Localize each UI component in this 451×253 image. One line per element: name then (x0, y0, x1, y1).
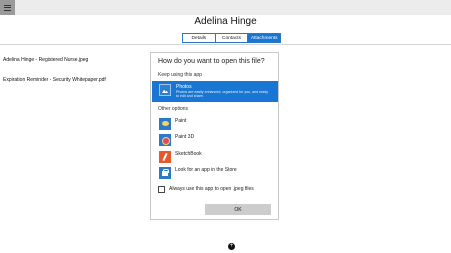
tab-contacts[interactable]: Contacts (215, 34, 249, 42)
attachment-item[interactable]: Expiration Reminder - Security Whitepape… (3, 77, 106, 83)
top-bar (0, 0, 451, 15)
app-name: SketchBook (175, 151, 202, 157)
app-option-paint[interactable]: Paint (151, 117, 278, 133)
menu-line (4, 9, 11, 11)
always-use-label: Always use this app to open .jpeg files (169, 186, 254, 192)
dialog-title: How do you want to open this file? (158, 58, 265, 65)
paint-icon (159, 118, 171, 130)
app-name: Paint 3D (175, 134, 195, 140)
paint-3d-icon (159, 134, 171, 146)
attachment-item[interactable]: Adelina Hinge - Registered Nurse.jpeg (3, 57, 88, 63)
always-use-checkbox[interactable] (158, 186, 165, 193)
ok-button[interactable]: OK (205, 204, 271, 215)
keep-using-label: Keep using this app (158, 72, 202, 78)
store-icon (159, 167, 171, 179)
hamburger-menu-button[interactable] (0, 0, 15, 15)
page-title: Adelina Hinge (194, 16, 257, 27)
tab-bar: Details Contacts Attachments (182, 33, 281, 43)
tab-details[interactable]: Details (183, 34, 216, 42)
app-option-paint-3d[interactable]: Paint 3D (151, 133, 278, 149)
tab-attachments[interactable]: Attachments (248, 34, 281, 42)
app-name: Paint (175, 118, 187, 124)
app-name: Look for an app in the Store (175, 167, 237, 173)
app-option-photos[interactable]: Photos Photos are easily enhanced, organ… (152, 81, 278, 102)
photos-icon (159, 84, 171, 96)
sketchbook-icon (159, 151, 171, 163)
menu-line (4, 4, 11, 6)
app-option-sketchbook[interactable]: SketchBook (151, 150, 278, 166)
add-button[interactable]: + (228, 243, 235, 250)
other-options-label: Other options (158, 106, 189, 112)
header-divider (0, 44, 451, 45)
app-option-store[interactable]: Look for an app in the Store (151, 166, 278, 182)
open-with-dialog: How do you want to open this file? Keep … (150, 52, 279, 220)
menu-line (4, 7, 11, 8)
app-description: Photos are easily enhanced, organized fo… (176, 90, 269, 99)
always-use-option[interactable]: Always use this app to open .jpeg files (158, 186, 276, 195)
